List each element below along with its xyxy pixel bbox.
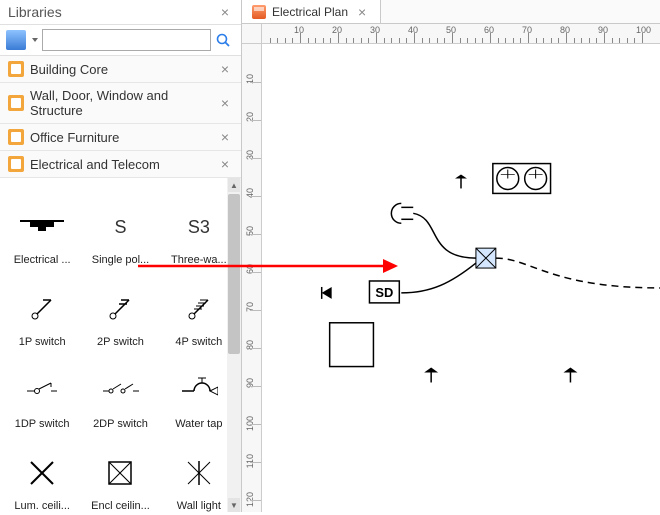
shape-label: 4P switch [165, 336, 233, 348]
pin-symbol[interactable] [455, 175, 467, 189]
pin-symbol[interactable] [563, 368, 577, 383]
shape-label: Electrical ... [8, 254, 76, 266]
shape-three-way[interactable]: S3 Three-wa... [161, 188, 237, 266]
shape-wall-light[interactable]: Wall light [161, 434, 237, 512]
shape-2p-switch[interactable]: 2P switch [82, 270, 158, 348]
shape-single-pole[interactable]: S Single pol... [82, 188, 158, 266]
shape-label: Wall light [165, 500, 233, 512]
scrollbar[interactable]: ▲ ▼ [227, 178, 241, 512]
gauge-pair-symbol[interactable] [493, 164, 551, 194]
close-panel-icon[interactable]: × [217, 4, 233, 20]
shape-label: 2DP switch [86, 418, 154, 430]
2dp-switch-icon [97, 368, 143, 414]
shape-label: Lum. ceili... [8, 500, 76, 512]
square-symbol[interactable] [330, 323, 374, 367]
category-label: Electrical and Telecom [30, 157, 217, 172]
panel-toolbar [0, 25, 241, 56]
shape-electrical[interactable]: Electrical ... [4, 188, 80, 266]
search-button[interactable] [211, 29, 235, 51]
close-category-icon[interactable]: × [217, 129, 233, 145]
close-tab-icon[interactable]: × [354, 4, 370, 20]
ruler-corner [242, 24, 262, 44]
shape-label: 1DP switch [8, 418, 76, 430]
wire[interactable] [401, 263, 476, 293]
shape-2dp-switch[interactable]: 2DP switch [82, 352, 158, 430]
category-building-core[interactable]: Building Core × [0, 56, 241, 83]
junction-box-symbol[interactable] [476, 248, 496, 268]
close-category-icon[interactable]: × [217, 156, 233, 172]
three-way-icon: S3 [176, 204, 222, 250]
diode-symbol[interactable] [322, 287, 332, 299]
dashed-wire[interactable] [496, 258, 660, 288]
sd-symbol[interactable]: SD [369, 281, 399, 303]
category-label: Wall, Door, Window and Structure [30, 88, 217, 118]
folder-icon [8, 61, 24, 77]
shape-lum-ceiling[interactable]: Lum. ceili... [4, 434, 80, 512]
encl-ceiling-icon [97, 450, 143, 496]
ruler-vertical[interactable]: 102030405060708090100110120 [242, 44, 262, 512]
sd-label: SD [375, 285, 393, 300]
close-category-icon[interactable]: × [217, 95, 233, 111]
category-label: Building Core [30, 62, 217, 77]
2p-switch-icon [97, 286, 143, 332]
category-wall-door-window[interactable]: Wall, Door, Window and Structure × [0, 83, 241, 124]
search-icon [215, 32, 231, 48]
shape-label: 2P switch [86, 336, 154, 348]
shapes-area: Electrical ... S Single pol... S3 Three-… [0, 178, 241, 512]
close-category-icon[interactable]: × [217, 61, 233, 77]
shape-encl-ceiling[interactable]: Encl ceilin... [82, 434, 158, 512]
panel-header: Libraries × [0, 0, 241, 25]
water-tap-icon [176, 368, 222, 414]
tab-electrical-plan[interactable]: Electrical Plan × [242, 0, 381, 23]
canvas-svg: SD [262, 44, 660, 512]
1p-switch-icon [19, 286, 65, 332]
single-pole-icon: S [97, 204, 143, 250]
tab-label: Electrical Plan [272, 5, 348, 19]
folder-icon [8, 129, 24, 145]
scroll-up-icon[interactable]: ▲ [228, 178, 240, 192]
shape-water-tap[interactable]: Water tap [161, 352, 237, 430]
library-picker-button[interactable] [6, 30, 26, 50]
shape-label: 1P switch [8, 336, 76, 348]
category-electrical-telecom[interactable]: Electrical and Telecom × [0, 151, 241, 178]
search-wrap [42, 29, 235, 51]
document-icon [252, 5, 266, 19]
electrical-icon [19, 204, 65, 250]
annotation-arrow [138, 256, 398, 276]
shapes-grid: Electrical ... S Single pol... S3 Three-… [0, 178, 241, 512]
wall-light-icon [176, 450, 222, 496]
folder-icon [8, 95, 24, 111]
1dp-switch-icon [19, 368, 65, 414]
shape-1dp-switch[interactable]: 1DP switch [4, 352, 80, 430]
category-label: Office Furniture [30, 130, 217, 145]
search-input[interactable] [42, 29, 211, 51]
wire[interactable] [413, 213, 476, 258]
lum-ceiling-icon [19, 450, 65, 496]
panel-title: Libraries [8, 4, 217, 20]
plug-symbol[interactable] [391, 203, 413, 223]
dropdown-icon[interactable] [32, 38, 38, 42]
pin-symbol[interactable] [424, 368, 438, 383]
drawing-canvas[interactable]: SD [262, 44, 660, 512]
4p-switch-icon [176, 286, 222, 332]
shape-label: Water tap [165, 418, 233, 430]
ruler-horizontal[interactable]: 102030405060708090100 [262, 24, 660, 44]
category-office-furniture[interactable]: Office Furniture × [0, 124, 241, 151]
folder-icon [8, 156, 24, 172]
shape-label: Encl ceilin... [86, 500, 154, 512]
scroll-down-icon[interactable]: ▼ [228, 498, 240, 512]
shape-1p-switch[interactable]: 1P switch [4, 270, 80, 348]
shape-4p-switch[interactable]: 4P switch [161, 270, 237, 348]
tab-bar: Electrical Plan × [242, 0, 660, 24]
